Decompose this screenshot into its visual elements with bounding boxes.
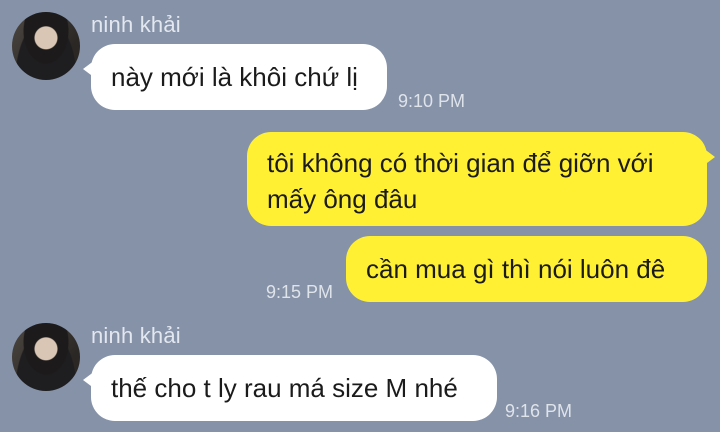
sender-avatar[interactable] — [12, 323, 80, 391]
message-timestamp: 9:10 PM — [398, 91, 466, 111]
message-text: tôi không có thời gian để giỡn với mấy ô… — [267, 148, 654, 214]
outgoing-message-bubble[interactable]: cần mua gì thì nói luôn đê — [346, 236, 707, 302]
incoming-message-bubble[interactable]: này mới là khôi chứ lị — [83, 44, 387, 110]
message-text: cần mua gì thì nói luôn đê — [366, 254, 666, 284]
message-timestamp: 9:15 PM — [266, 282, 334, 302]
outgoing-message-bubble[interactable]: tôi không có thời gian để giỡn với mấy ô… — [247, 132, 715, 226]
sender-name: ninh khải — [91, 323, 181, 348]
incoming-message-bubble[interactable]: thế cho t ly rau má size M nhé — [83, 355, 497, 421]
message-text: thế cho t ly rau má size M nhé — [111, 373, 458, 403]
message-timestamp: 9:16 PM — [505, 401, 573, 421]
sender-avatar[interactable] — [12, 12, 80, 80]
sender-name: ninh khải — [91, 12, 181, 37]
message-text: này mới là khôi chứ lị — [111, 62, 358, 92]
